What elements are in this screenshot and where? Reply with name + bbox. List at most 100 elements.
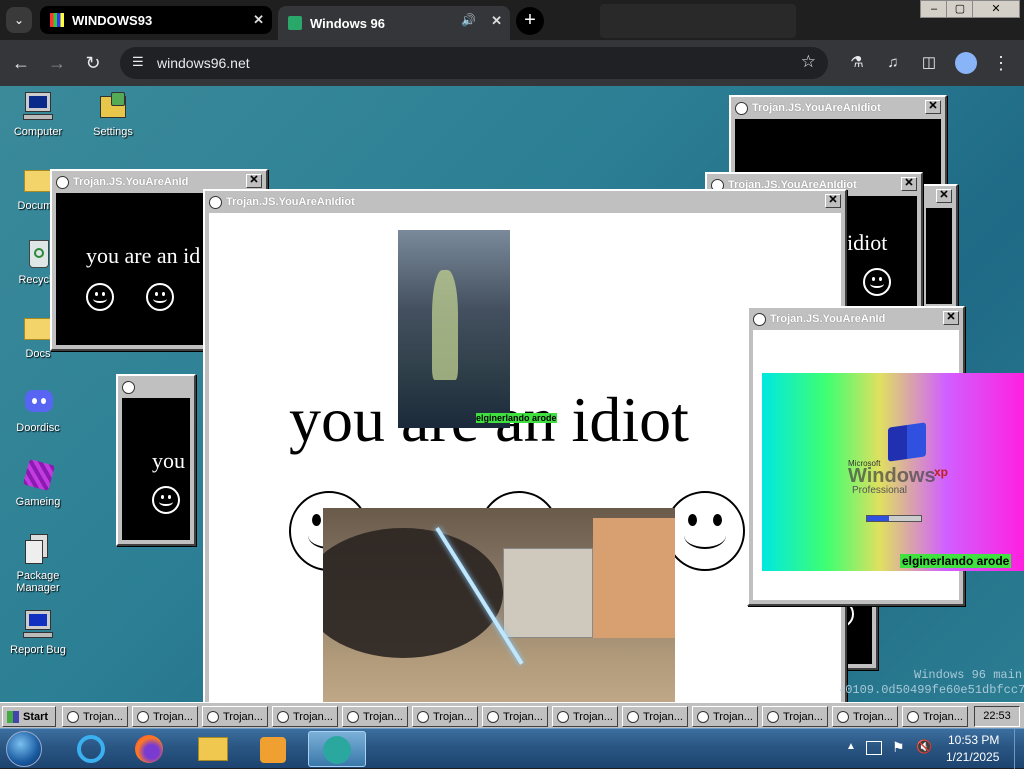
- site-info-icon[interactable]: ☰: [132, 54, 144, 70]
- desktop-icon-report-bug[interactable]: Report Bug: [0, 608, 76, 656]
- profile-avatar[interactable]: [955, 52, 977, 74]
- taskbar96-task-button[interactable]: Trojan...: [552, 706, 618, 727]
- system-info-line: Windows 96 main: [914, 668, 1023, 682]
- popup-close-button[interactable]: ✕: [901, 177, 917, 191]
- tray-clock[interactable]: 22:53: [974, 706, 1020, 727]
- popup-close-button[interactable]: ✕: [936, 189, 952, 203]
- desktop-icon-gameing[interactable]: Gameing: [0, 459, 76, 508]
- taskbar-app-media[interactable]: [244, 731, 302, 767]
- volume-muted-icon[interactable]: 🔇: [916, 739, 932, 755]
- maximize-button[interactable]: ▢: [946, 0, 974, 18]
- back-button[interactable]: ←: [8, 50, 34, 76]
- desktop-icon-computer[interactable]: Computer: [0, 90, 76, 138]
- smiley-icon: [753, 312, 766, 326]
- bookmark-star-icon[interactable]: ☆: [801, 52, 816, 72]
- smiley-icon: [277, 710, 289, 723]
- taskbar-app-ie[interactable]: [62, 731, 120, 767]
- firefox-icon: [135, 735, 163, 763]
- settings-icon: [97, 90, 129, 122]
- tab-windows93[interactable]: WINDOWS93 ✕: [40, 6, 272, 34]
- popup-close-button[interactable]: ✕: [246, 174, 262, 188]
- popup-close-button[interactable]: ✕: [925, 100, 941, 114]
- smiley-icon: [627, 710, 639, 723]
- task-label: Trojan...: [643, 710, 683, 723]
- popup-titlebar[interactable]: Trojan.JS.YouAreAnIdiot ✕: [207, 193, 843, 211]
- desktop-icon-label: Gameing: [15, 496, 61, 508]
- windows96-taskbar: Start Trojan... Trojan... Trojan... Trojan.…: [0, 702, 1024, 728]
- tab-audio-icon[interactable]: 🔊: [461, 13, 476, 27]
- computer-icon: [22, 90, 54, 122]
- close-button[interactable]: ✕: [972, 0, 1020, 18]
- forward-button[interactable]: →: [44, 50, 70, 76]
- taskbar96-task-button[interactable]: Trojan...: [342, 706, 408, 727]
- windows-flag-icon: [888, 422, 926, 462]
- taskbar96-task-button[interactable]: Trojan...: [762, 706, 828, 727]
- smiley-icon: [122, 380, 135, 394]
- bug-report-icon: [22, 608, 54, 640]
- taskbar-clock-date[interactable]: 1/21/2025: [946, 750, 999, 764]
- smiley-face-icon: [86, 283, 114, 311]
- discord-icon: [22, 386, 54, 418]
- network-icon[interactable]: [866, 741, 882, 755]
- task-label: Trojan...: [153, 710, 193, 723]
- watermark-text: elginerlando arode: [476, 413, 557, 423]
- popup-close-button[interactable]: ✕: [825, 194, 841, 208]
- popup-titlebar[interactable]: Trojan.JS.YouAreAnIdiot ✕: [733, 99, 943, 117]
- start-button[interactable]: Start: [2, 706, 56, 727]
- minimize-button[interactable]: –: [920, 0, 948, 18]
- taskbar96-task-button[interactable]: Trojan...: [902, 706, 968, 727]
- action-center-flag-icon[interactable]: ⚑: [892, 739, 905, 756]
- popup-titlebar[interactable]: [120, 378, 192, 396]
- smiley-icon: [697, 710, 709, 723]
- tab-close-icon[interactable]: ✕: [253, 12, 264, 28]
- xp-boot-overlay: Microsoft Windows xp Professional elgine…: [762, 373, 1024, 571]
- taskbar96-task-button[interactable]: Trojan...: [202, 706, 268, 727]
- taskbar96-task-button[interactable]: Trojan...: [692, 706, 758, 727]
- tab-search-button[interactable]: ⌄: [6, 7, 32, 33]
- task-label: Trojan...: [573, 710, 613, 723]
- task-label: Trojan...: [83, 710, 123, 723]
- popup-message: you: [152, 448, 185, 473]
- task-label: Trojan...: [713, 710, 753, 723]
- desktop-icon-doordisc[interactable]: Doordisc: [0, 386, 76, 434]
- smiley-icon: [487, 710, 499, 723]
- popup-titlebar[interactable]: Trojan.JS.YouAreAnId ✕: [751, 310, 961, 328]
- new-tab-button[interactable]: +: [516, 7, 544, 35]
- menu-kebab-icon[interactable]: ⋮: [988, 50, 1014, 76]
- taskbar96-task-button[interactable]: Trojan...: [272, 706, 338, 727]
- show-desktop-button[interactable]: [1014, 729, 1024, 769]
- side-panel-icon[interactable]: ◫: [916, 50, 942, 76]
- desktop-icon-label: Package Manager: [16, 570, 60, 594]
- taskbar-app-active[interactable]: [308, 731, 366, 767]
- taskbar96-task-button[interactable]: Trojan...: [62, 706, 128, 727]
- game-icon: [22, 459, 55, 492]
- media-control-icon[interactable]: ♫: [880, 50, 906, 76]
- taskbar96-task-button[interactable]: Trojan...: [622, 706, 688, 727]
- popup-window[interactable]: you: [116, 374, 196, 546]
- desktop-icon-package-manager[interactable]: Package Manager: [0, 534, 76, 594]
- popup-titlebar[interactable]: ✕: [924, 188, 954, 206]
- background-window-ghost: [600, 4, 796, 38]
- popup-message: you are an id: [86, 243, 201, 268]
- address-bar[interactable]: ☰ windows96.net ☆: [120, 47, 828, 79]
- tab-windows96[interactable]: Windows 96 🔊 ✕: [278, 6, 510, 40]
- taskbar96-task-button[interactable]: Trojan...: [482, 706, 548, 727]
- popup-close-button[interactable]: ✕: [943, 311, 959, 325]
- taskbar96-task-button[interactable]: Trojan...: [832, 706, 898, 727]
- popup-title: Trojan.JS.YouAreAnId: [73, 176, 189, 188]
- video-figure: [432, 270, 458, 380]
- taskbar-clock-time[interactable]: 10:53 PM: [948, 733, 999, 747]
- windows-orb-start-button[interactable]: [6, 731, 42, 767]
- show-hidden-icons-button[interactable]: ▲: [846, 741, 856, 752]
- taskbar96-task-button[interactable]: Trojan...: [132, 706, 198, 727]
- tab-close-icon[interactable]: ✕: [491, 13, 502, 29]
- popup-window[interactable]: ✕: [920, 184, 958, 310]
- desktop-icon-label: Report Bug: [10, 644, 66, 656]
- reload-button[interactable]: ↻: [80, 50, 106, 76]
- xp-edition: Professional: [852, 485, 908, 496]
- desktop-icon-settings[interactable]: Settings: [75, 90, 151, 138]
- labs-icon[interactable]: ⚗: [844, 50, 870, 76]
- taskbar-app-firefox[interactable]: [120, 731, 178, 767]
- taskbar-app-explorer[interactable]: [184, 731, 242, 767]
- taskbar96-task-button[interactable]: Trojan...: [412, 706, 478, 727]
